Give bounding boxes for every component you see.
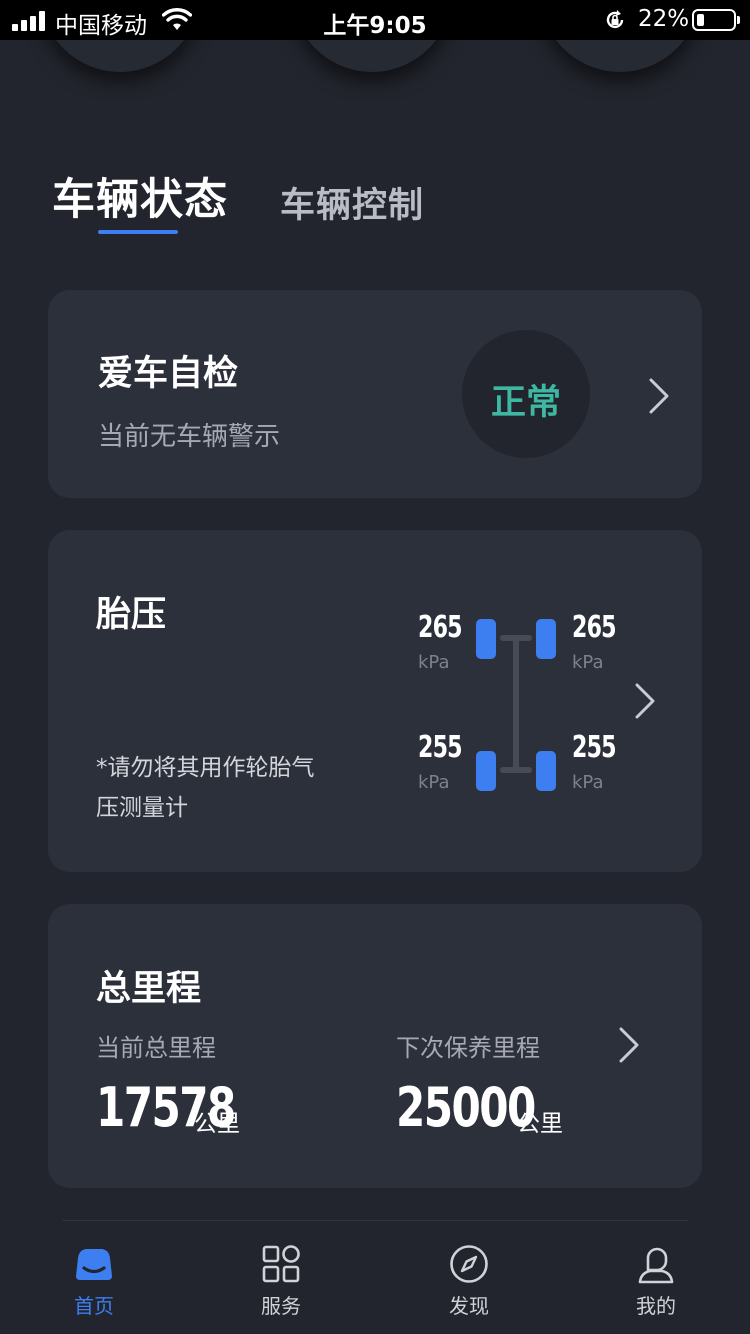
status-bar: 中国移动 上午9:05 22%	[0, 0, 750, 40]
rear-right-wheel	[536, 751, 556, 791]
mileage-card[interactable]: 总里程 当前总里程 17578 公里 下次保养里程 25000 公里	[48, 904, 702, 1188]
top-decoration	[0, 40, 750, 100]
tire-pressure-note: *请勿将其用作轮胎气压测量计	[96, 755, 315, 821]
self-check-title: 爱车自检	[98, 354, 239, 394]
tabbar-item-home[interactable]: 首页	[34, 1244, 154, 1330]
status-badge: 正常	[462, 330, 590, 458]
grid-icon	[261, 1244, 301, 1284]
chevron-right-icon[interactable]	[634, 682, 656, 720]
tire-pressure-card[interactable]: 胎压 *请勿将其用作轮胎气压测量计 265 kPa 265 kPa 255 kP…	[48, 530, 702, 872]
front-axle	[500, 635, 532, 641]
front-right-pressure: 265	[572, 610, 617, 645]
front-left-wheel	[476, 619, 496, 659]
tabbar-item-services[interactable]: 服务	[221, 1244, 341, 1330]
status-badge-label: 正常	[490, 383, 561, 423]
tab-vehicle-status[interactable]: 车辆状态	[52, 165, 228, 227]
car-icon	[74, 1244, 114, 1284]
rear-left-pressure: 255	[418, 730, 463, 765]
tabbar-item-profile[interactable]: 我的	[596, 1244, 716, 1330]
tabbar-label-services: 服务	[261, 1294, 301, 1318]
rear-right-unit: kPa	[572, 772, 604, 793]
chevron-right-icon[interactable]	[618, 1026, 640, 1064]
orientation-lock-icon	[603, 8, 627, 32]
active-tab-indicator	[98, 230, 178, 234]
front-right-unit: kPa	[572, 652, 604, 673]
self-check-subtitle: 当前无车辆警示	[98, 422, 281, 452]
tabbar-label-discover: 发现	[449, 1294, 489, 1318]
next-service-value: 25000	[396, 1076, 536, 1139]
rear-right-pressure: 255	[572, 730, 617, 765]
divider	[62, 1220, 688, 1221]
tabbar-label-home: 首页	[74, 1294, 114, 1318]
front-right-wheel	[536, 619, 556, 659]
front-left-pressure: 265	[418, 610, 463, 645]
battery-icon	[692, 9, 740, 31]
tabbar-item-discover[interactable]: 发现	[409, 1244, 529, 1330]
tabbar-label-profile: 我的	[636, 1294, 676, 1318]
rear-axle	[500, 767, 532, 773]
bottom-tab-bar: 首页 服务 发现 我的	[0, 1220, 750, 1334]
rear-left-unit: kPa	[418, 772, 450, 793]
tab-vehicle-control[interactable]: 车辆控制	[280, 177, 424, 228]
compass-icon	[449, 1244, 489, 1284]
rear-left-wheel	[476, 751, 496, 791]
person-icon	[636, 1244, 676, 1284]
next-service-label: 下次保养里程	[396, 1034, 540, 1062]
front-left-unit: kPa	[418, 652, 450, 673]
current-mileage-unit: 公里	[194, 1111, 240, 1137]
current-mileage-label: 当前总里程	[96, 1034, 216, 1062]
chevron-right-icon[interactable]	[648, 377, 670, 415]
car-chassis-diagram	[513, 635, 519, 773]
battery-percent: 22%	[638, 6, 690, 32]
tire-pressure-title: 胎压	[96, 595, 167, 635]
self-check-card[interactable]: 爱车自检 当前无车辆警示 正常	[48, 290, 702, 498]
next-service-unit: 公里	[517, 1111, 563, 1137]
mileage-title: 总里程	[96, 969, 202, 1009]
